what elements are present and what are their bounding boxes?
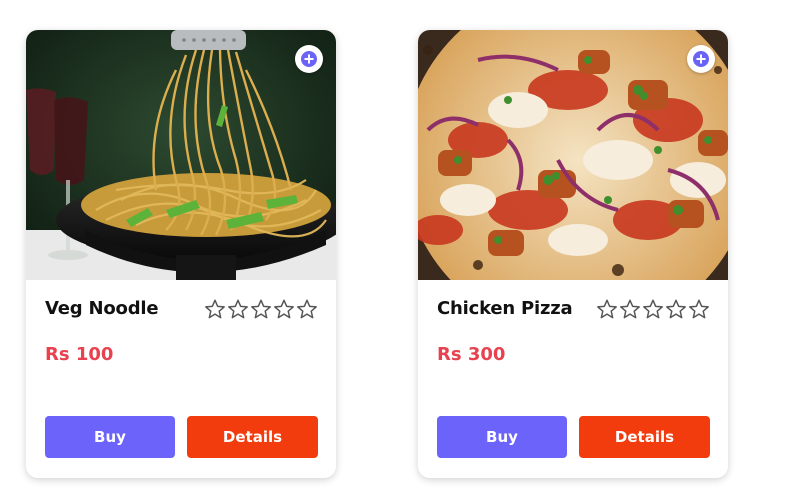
star-rating[interactable] <box>204 298 318 320</box>
star-outline-icon[interactable] <box>619 298 641 320</box>
star-outline-icon[interactable] <box>227 298 249 320</box>
add-to-cart-button[interactable] <box>295 45 323 73</box>
buy-button[interactable]: Buy <box>45 416 175 458</box>
product-card: Chicken Pizza Rs 300 Buy Details <box>418 30 728 478</box>
star-outline-icon[interactable] <box>204 298 226 320</box>
details-button[interactable]: Details <box>187 416 318 458</box>
product-name: Veg Noodle <box>45 298 159 319</box>
add-to-cart-button[interactable] <box>687 45 715 73</box>
star-outline-icon[interactable] <box>296 298 318 320</box>
star-outline-icon[interactable] <box>665 298 687 320</box>
noodles-photo <box>26 30 336 280</box>
product-name: Chicken Pizza <box>437 298 573 319</box>
add-circle-icon <box>301 51 317 67</box>
product-card: Veg Noodle Rs 100 Buy Details <box>26 30 336 478</box>
star-outline-icon[interactable] <box>596 298 618 320</box>
star-outline-icon[interactable] <box>273 298 295 320</box>
product-price: Rs 100 <box>45 344 114 365</box>
pizza-photo <box>418 30 728 280</box>
star-rating[interactable] <box>596 298 710 320</box>
add-circle-icon <box>693 51 709 67</box>
product-price: Rs 300 <box>437 344 506 365</box>
details-button[interactable]: Details <box>579 416 710 458</box>
buy-button[interactable]: Buy <box>437 416 567 458</box>
star-outline-icon[interactable] <box>642 298 664 320</box>
star-outline-icon[interactable] <box>688 298 710 320</box>
star-outline-icon[interactable] <box>250 298 272 320</box>
